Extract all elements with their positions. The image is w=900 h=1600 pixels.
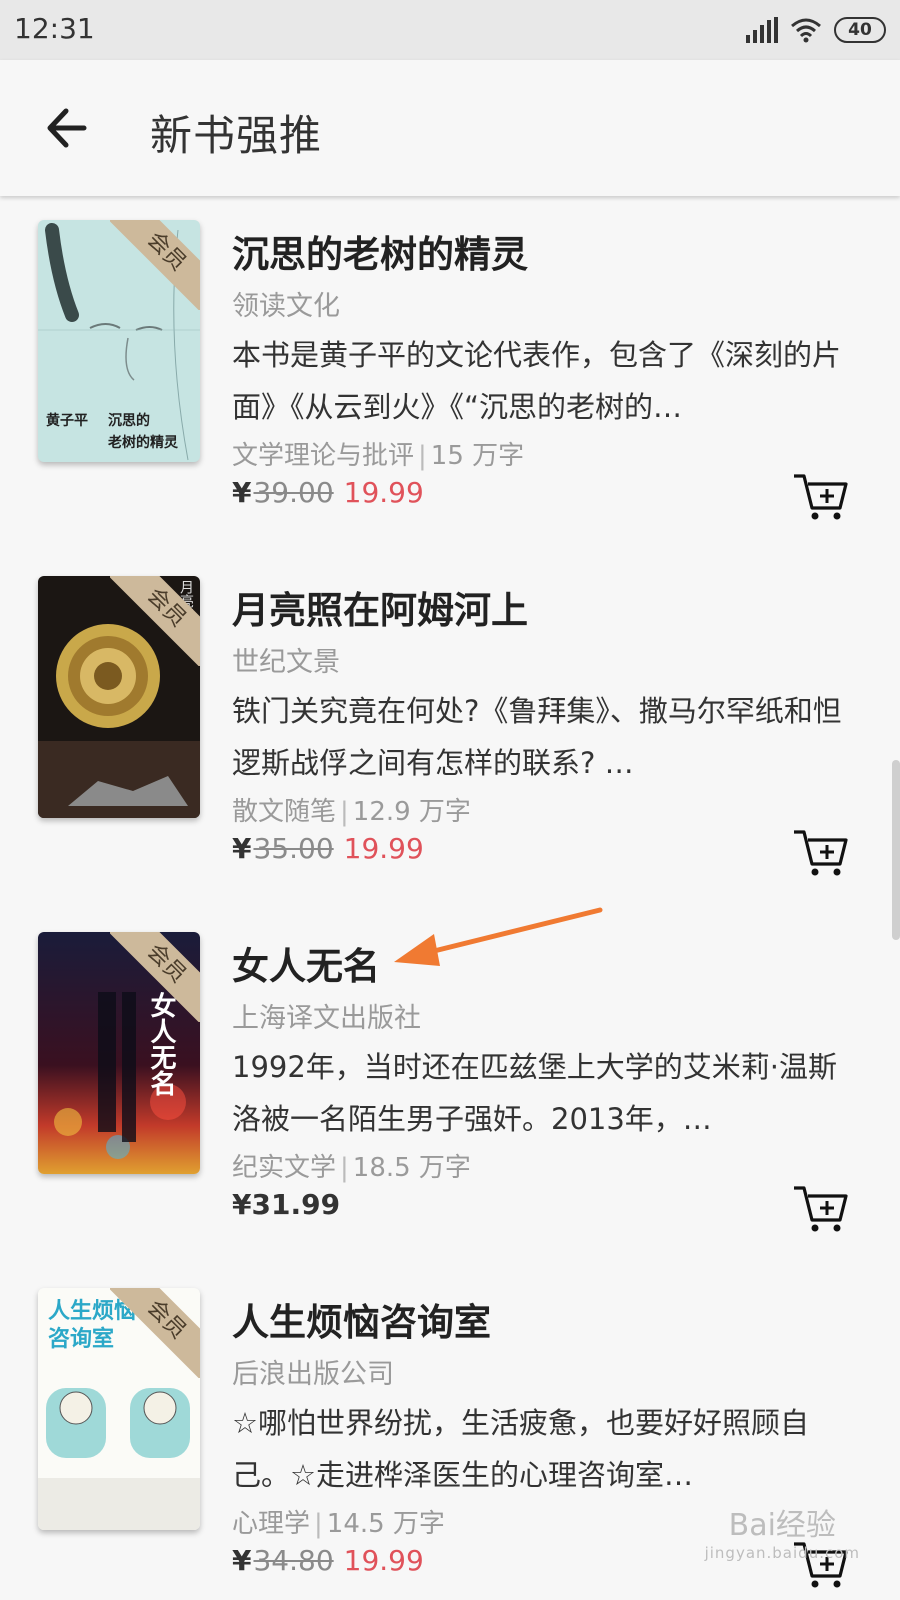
original-price: 39.00 [253,476,334,509]
book-item[interactable]: 月亮照 会员 月亮照在阿姆河上 世纪文景 铁门关究竟在何处?《鲁拜集》、撒马尔罕… [0,552,900,882]
book-price: 31.99 [251,1188,341,1221]
book-meta: 散文随笔 | 12.9 万字 [232,791,860,828]
add-to-cart-icon [794,1186,848,1232]
add-to-cart-button[interactable] [792,1184,850,1234]
member-badge: 会员 [110,220,200,310]
price-row: ¥34.80 19.99 [232,1544,424,1577]
book-cover[interactable]: 女人无名 会员 [38,932,200,1174]
wifi-icon [791,18,821,43]
add-to-cart-icon [794,474,848,520]
page-title: 新书强推 [150,111,323,160]
annotation-arrow-icon [394,907,603,966]
status-time: 12:31 [14,12,95,45]
book-category: 心理学 [232,1509,311,1539]
watermark: Bai经验 jingyan.baidu.com [705,1500,860,1562]
book-cover[interactable]: 人生烦恼 咨询室 会员 [38,1288,200,1530]
book-description: 1992年，当时还在匹兹堡上大学的艾米莉·温斯洛被一名陌生男子强奸。2013年，… [232,1050,838,1136]
book-cover[interactable]: 黄子平 沉思的 老树的精灵 会员 [38,220,200,462]
book-word-count: 12.9 万字 [352,797,471,827]
meta-separator: | [340,797,349,827]
book-description: 本书是黄子平的文论代表作，包含了《深刻的片面》《从云到火》《“沉思的老树的… [232,338,842,424]
book-description: ☆哪怕世界纷扰，生活疲惫，也要好好照顾自己。☆走进桦泽医生的心理咨询室… [232,1406,809,1492]
book-word-count: 18.5 万字 [352,1153,471,1183]
book-title[interactable]: 人生烦恼咨询室 [232,1292,860,1346]
signal-icon [746,17,778,43]
price-row: ¥35.00 19.99 [232,832,424,865]
book-description: 铁门关究竟在何处?《鲁拜集》、撒马尔罕纸和怛逻斯战俘之间有怎样的联系? … [232,694,842,780]
book-cover[interactable]: 月亮照 会员 [38,576,200,818]
currency-symbol: ¥ [232,1544,252,1577]
meta-separator: | [314,1509,323,1539]
cover-author: 黄子平 [46,413,88,429]
book-word-count: 14.5 万字 [326,1509,445,1539]
book-title[interactable]: 沉思的老树的精灵 [232,224,860,278]
original-price: 35.00 [253,832,334,865]
watermark-text: Bai经验 [728,1508,836,1543]
watermark-url: jingyan.baidu.com [704,1544,860,1562]
sale-price: 19.99 [343,476,424,509]
add-to-cart-icon [794,830,848,876]
book-list[interactable]: 黄子平 沉思的 老树的精灵 会员 沉思的老树的精灵 领读文化 本书是黄子平的文论… [0,196,900,1600]
member-badge: 会员 [110,576,200,666]
price-row: ¥39.00 19.99 [232,476,424,509]
book-meta: 文学理论与批评 | 15 万字 [232,435,860,472]
cover-title: 沉思的 老树的精灵 [108,413,178,451]
currency-symbol: ¥ [232,1188,252,1221]
book-category: 散文随笔 [232,797,337,827]
book-info: 沉思的老树的精灵 领读文化 本书是黄子平的文论代表作，包含了《深刻的片面》《从云… [232,224,860,472]
member-badge: 会员 [110,1288,200,1378]
book-publisher: 世纪文景 [232,647,340,678]
book-publisher: 后浪出版公司 [232,1359,394,1390]
book-category: 文学理论与批评 [232,441,415,471]
scrollbar-thumb[interactable] [892,760,900,940]
book-category: 纪实文学 [232,1153,337,1183]
book-info: 月亮照在阿姆河上 世纪文景 铁门关究竟在何处?《鲁拜集》、撒马尔罕纸和怛逻斯战俘… [232,580,860,828]
price-row: ¥31.99 [232,1188,340,1221]
original-price: 34.80 [253,1544,334,1577]
meta-separator: | [340,1153,349,1183]
back-arrow-icon [47,108,87,148]
book-publisher: 上海译文出版社 [232,1003,421,1034]
book-publisher: 领读文化 [232,291,340,322]
book-item[interactable]: 黄子平 沉思的 老树的精灵 会员 沉思的老树的精灵 领读文化 本书是黄子平的文论… [0,196,900,526]
back-button[interactable] [40,100,100,156]
add-to-cart-button[interactable] [792,472,850,522]
book-meta: 纪实文学 | 18.5 万字 [232,1147,860,1184]
member-badge: 会员 [110,932,200,1022]
sale-price: 19.99 [343,1544,424,1577]
currency-symbol: ¥ [232,832,252,865]
book-word-count: 15 万字 [430,441,525,471]
sale-price: 19.99 [343,832,424,865]
status-icons: 40 [746,14,886,46]
book-title[interactable]: 月亮照在阿姆河上 [232,580,860,634]
app-bar: 新书强推 [0,60,900,196]
meta-separator: | [418,441,427,471]
status-bar: 12:31 40 [0,0,900,60]
add-to-cart-button[interactable] [792,828,850,878]
battery-indicator: 40 [834,17,886,43]
currency-symbol: ¥ [232,476,252,509]
